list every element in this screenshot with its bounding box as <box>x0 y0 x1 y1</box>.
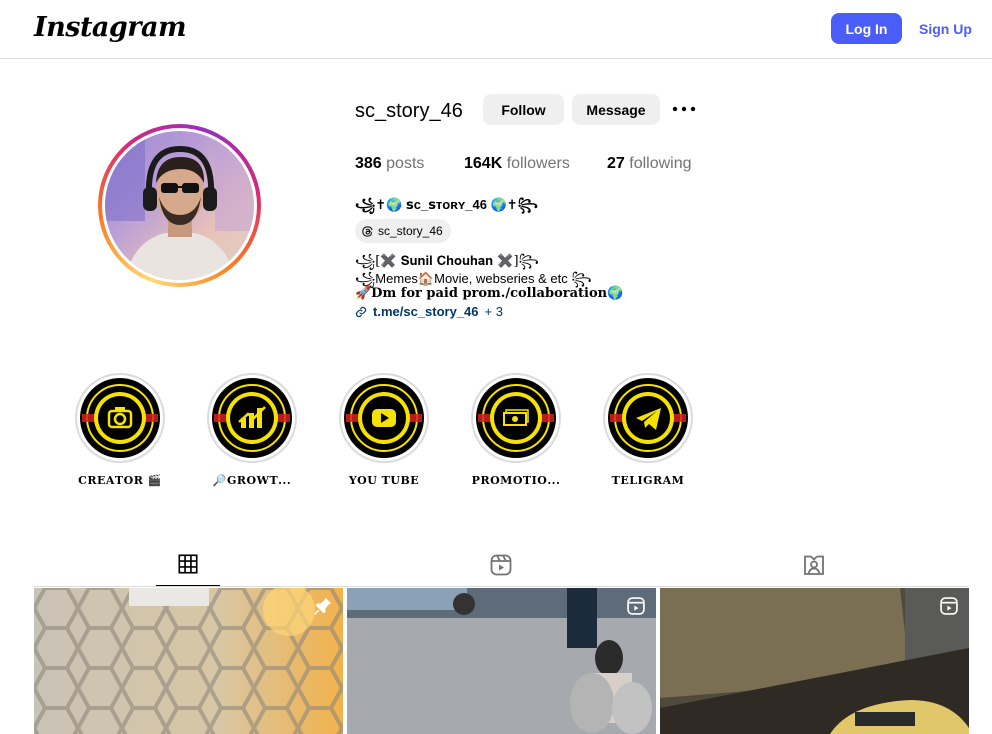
bio-display-name: ꧁✝🌍 ꜱᴄ_ꜱᴛᴏʀʏ_46 🌍✝꧂ <box>355 197 538 212</box>
tab-tagged[interactable] <box>782 551 846 587</box>
tab-reels[interactable] <box>469 551 533 587</box>
login-button[interactable]: Log In <box>831 13 902 44</box>
profile-avatar[interactable] <box>98 124 261 287</box>
post-image <box>660 588 969 734</box>
post-thumbnail[interactable] <box>347 588 656 734</box>
bio-link-more: + 3 <box>484 304 503 319</box>
follow-button[interactable]: Follow <box>483 94 564 125</box>
post-image <box>34 588 343 734</box>
posts-count: 386 posts <box>355 155 425 172</box>
highlight-label: 𝐏𝐑𝐎𝐌𝐎𝐓𝐈𝐎... <box>471 474 561 487</box>
profile-username: sc_story_46 <box>355 100 463 122</box>
signup-link[interactable]: Sign Up <box>919 21 972 37</box>
avatar-photo <box>105 131 254 280</box>
following-count[interactable]: 27 following <box>607 155 692 173</box>
youtube-icon <box>346 382 422 454</box>
post-thumbnail[interactable] <box>34 588 343 734</box>
growth-chart-icon <box>214 382 290 454</box>
bio-link-text: t.me/sc_story_46 <box>373 304 479 319</box>
post-thumbnail[interactable] <box>660 588 969 734</box>
threads-badge[interactable]: sc_story_46 <box>355 219 451 243</box>
threads-handle: sc_story_46 <box>378 224 443 238</box>
tabs-divider <box>34 586 969 587</box>
highlight-telegram[interactable]: 𝐓𝐄𝐋𝐈𝐆𝐑𝐀𝐌 <box>603 373 693 487</box>
bio-external-link[interactable]: t.me/sc_story_46 + 3 <box>355 304 503 319</box>
highlight-youtube[interactable]: 𝐘𝐎𝐔 𝐓𝐔𝐁𝐄 <box>339 373 429 487</box>
more-options-icon[interactable] <box>672 97 696 121</box>
grid-icon <box>178 554 198 574</box>
threads-icon <box>362 225 373 237</box>
camera-icon <box>82 382 158 454</box>
bio-line-contact: 🚀𝐃𝐦 𝐟𝐨𝐫 𝐩𝐚𝐢𝐝 𝐩𝐫𝐨𝐦./𝐜𝐨𝐥𝐥𝐚𝐛𝐨𝐫𝐚𝐭𝐢𝐨𝐧🌍 <box>355 286 624 301</box>
top-navbar: Instagram Log In Sign Up <box>0 0 992 59</box>
money-icon <box>478 382 554 454</box>
pin-icon <box>314 597 332 615</box>
highlight-label: 𝐘𝐎𝐔 𝐓𝐔𝐁𝐄 <box>348 474 420 487</box>
highlight-promotion[interactable]: 𝐏𝐑𝐎𝐌𝐎𝐓𝐈𝐎... <box>471 373 561 487</box>
post-image <box>347 588 656 734</box>
reels-icon <box>940 597 958 615</box>
message-button[interactable]: Message <box>572 94 660 125</box>
tagged-icon <box>804 555 824 575</box>
person-portrait-icon <box>105 131 254 280</box>
highlight-label: 𝐓𝐄𝐋𝐈𝐆𝐑𝐀𝐌 <box>611 474 685 487</box>
highlight-growth[interactable]: 🔎𝐆𝐑𝐎𝐖𝐓... <box>207 373 297 487</box>
reels-icon <box>490 554 512 576</box>
tab-posts[interactable] <box>156 551 220 587</box>
reels-icon <box>627 597 645 615</box>
telegram-icon <box>610 382 686 454</box>
highlight-label: 🔎𝐆𝐑𝐎𝐖𝐓... <box>212 474 292 487</box>
highlight-creator[interactable]: 𝐂𝐑𝐄𝐀𝐓𝐎𝐑 🎬 <box>75 373 165 487</box>
highlight-label: 𝐂𝐑𝐄𝐀𝐓𝐎𝐑 🎬 <box>78 474 162 487</box>
followers-count[interactable]: 164K followers <box>464 155 570 173</box>
link-icon <box>355 306 367 317</box>
instagram-logo[interactable]: Instagram <box>34 12 187 43</box>
